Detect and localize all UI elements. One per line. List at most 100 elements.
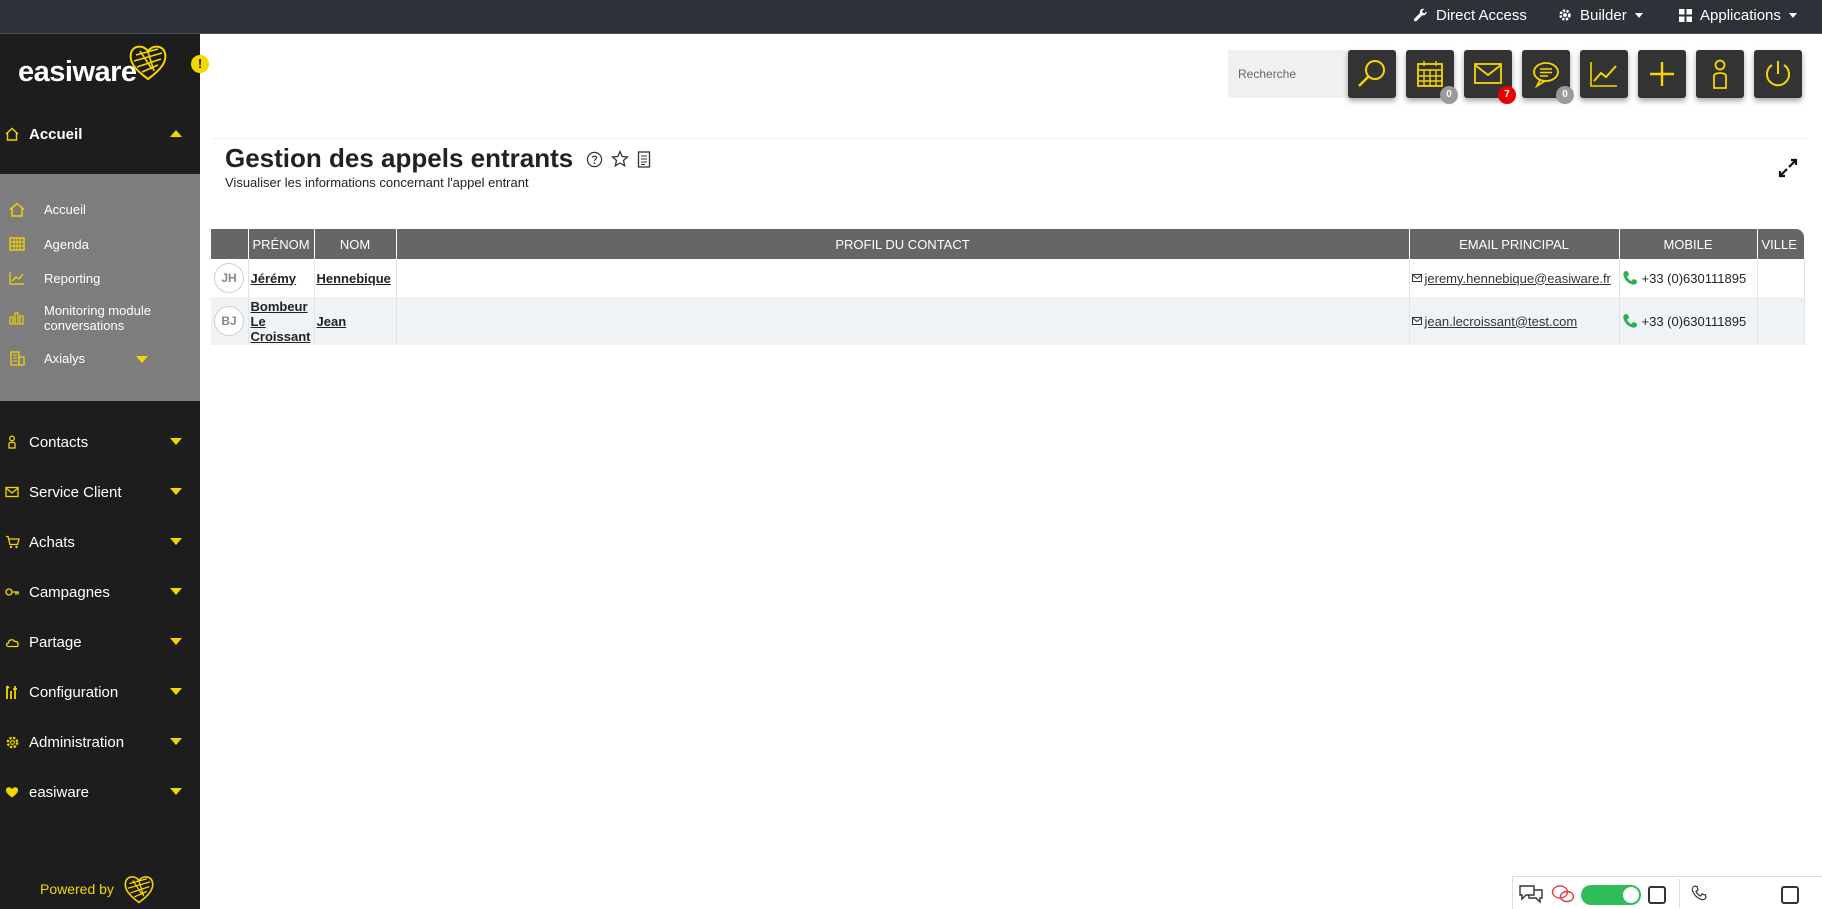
caret-down-icon bbox=[136, 356, 148, 363]
help-icon[interactable] bbox=[586, 151, 603, 168]
mail-icon bbox=[4, 484, 20, 500]
submenu-item-label: Monitoring module conversations bbox=[44, 303, 151, 333]
sidebar-section-achats[interactable]: Achats bbox=[0, 522, 200, 562]
page-title: Gestion des appels entrants bbox=[225, 143, 574, 173]
toggle-knob bbox=[1623, 887, 1639, 903]
caret-down-icon bbox=[170, 638, 182, 645]
logout-button[interactable] bbox=[1754, 50, 1802, 98]
chart-icon bbox=[8, 270, 26, 286]
sidebar-section-label: Service Client bbox=[29, 483, 122, 501]
direct-access-link[interactable]: Direct Access bbox=[1413, 0, 1527, 30]
phone-icon[interactable] bbox=[1622, 313, 1638, 329]
cart-icon bbox=[4, 534, 20, 550]
email-link[interactable]: jeremy.hennebique@easiware.fr bbox=[1425, 271, 1611, 286]
building-icon bbox=[8, 350, 26, 366]
submenu-item-label: Accueil bbox=[44, 201, 86, 217]
powered-by-label: Powered by bbox=[40, 881, 114, 897]
nom-link[interactable]: Jean bbox=[317, 314, 394, 329]
mail-icon bbox=[1474, 63, 1502, 84]
reporting-button[interactable] bbox=[1580, 50, 1628, 98]
sidebar-section-easiware[interactable]: easiware bbox=[0, 772, 200, 812]
calendar-badge: 0 bbox=[1440, 86, 1458, 104]
column-header-nom[interactable]: NOM bbox=[314, 229, 397, 259]
submenu-item-accueil[interactable]: Accueil bbox=[0, 197, 200, 221]
email-link[interactable]: jean.lecroissant@test.com bbox=[1425, 314, 1578, 329]
sidebar-section-accueil[interactable]: Accueil bbox=[0, 114, 200, 154]
prenom-link[interactable]: Jérémy bbox=[251, 271, 312, 286]
avatar-cell: BJ bbox=[211, 297, 249, 345]
caret-down-icon bbox=[170, 538, 182, 545]
cloud-icon bbox=[4, 634, 20, 650]
submenu-item-agenda[interactable]: Agenda bbox=[0, 232, 200, 256]
sidebar-section-label: Accueil bbox=[29, 125, 83, 143]
sidebar-section-label: Campagnes bbox=[29, 583, 110, 601]
calendar-icon bbox=[8, 236, 26, 252]
column-header-email[interactable]: EMAIL PRINCIPAL bbox=[1409, 229, 1620, 259]
caret-down-icon bbox=[170, 788, 182, 795]
column-header-prenom[interactable]: PRÉNOM bbox=[248, 229, 315, 259]
prenom-link[interactable]: Bombeur Le Croissant bbox=[251, 299, 311, 344]
phone-icon[interactable] bbox=[1691, 885, 1707, 901]
search-input[interactable] bbox=[1228, 50, 1348, 98]
gear-icon bbox=[4, 734, 20, 750]
submenu-item-monitoring[interactable]: Monitoring module conversations bbox=[0, 302, 200, 334]
chat-bubbles-icon[interactable] bbox=[1519, 884, 1543, 904]
sidebar-section-configuration[interactable]: Configuration bbox=[0, 672, 200, 712]
profil-cell bbox=[396, 259, 1410, 297]
submenu-item-axialys[interactable]: Axialys bbox=[0, 346, 200, 370]
expand-icon[interactable] bbox=[1778, 158, 1798, 178]
top-bar: Direct Access Builder Applications bbox=[0, 0, 1822, 34]
notification-indicator[interactable]: ! bbox=[191, 55, 209, 73]
nom-link[interactable]: Hennebique bbox=[317, 271, 394, 286]
profile-button[interactable] bbox=[1696, 50, 1744, 98]
heart-icon bbox=[4, 784, 20, 800]
submenu-item-label: Agenda bbox=[44, 236, 89, 252]
sidebar-section-service-client[interactable]: Service Client bbox=[0, 472, 200, 512]
table-header-row: PRÉNOM NOM PROFIL DU CONTACT EMAIL PRINC… bbox=[211, 229, 1804, 259]
title-actions bbox=[586, 150, 651, 168]
availability-toggle[interactable] bbox=[1581, 885, 1641, 905]
document-icon[interactable] bbox=[637, 150, 651, 168]
checkbox-square[interactable] bbox=[1648, 886, 1666, 904]
avatar: BJ bbox=[214, 306, 244, 336]
sidebar-section-administration[interactable]: Administration bbox=[0, 722, 200, 762]
sidebar-section-partage[interactable]: Partage bbox=[0, 622, 200, 662]
nom-cell: Hennebique bbox=[314, 259, 397, 297]
star-icon[interactable] bbox=[611, 150, 629, 168]
chat-badge: 0 bbox=[1556, 86, 1574, 104]
submenu-item-reporting[interactable]: Reporting bbox=[0, 266, 200, 290]
chat-bubbles-red-icon[interactable] bbox=[1551, 884, 1575, 904]
table-row[interactable]: JH Jérémy Hennebique jeremy.hennebique@e… bbox=[211, 259, 1805, 297]
applications-menu[interactable]: Applications bbox=[1679, 0, 1797, 30]
sidebar-section-contacts[interactable]: Contacts bbox=[0, 422, 200, 462]
sidebar-section-label: Contacts bbox=[29, 433, 89, 451]
caret-down-icon bbox=[1788, 12, 1797, 18]
checkbox-square[interactable] bbox=[1781, 886, 1799, 904]
mobile-number: +33 (0)630111895 bbox=[1641, 313, 1747, 329]
mail-button[interactable]: 7 bbox=[1464, 50, 1516, 104]
avatar-cell: JH bbox=[211, 259, 249, 297]
chat-button[interactable]: 0 bbox=[1522, 50, 1574, 104]
builder-menu[interactable]: Builder bbox=[1558, 0, 1643, 30]
phone-icon[interactable] bbox=[1622, 270, 1638, 286]
column-header-avatar bbox=[211, 229, 249, 259]
plus-icon bbox=[1650, 62, 1674, 86]
column-header-profil[interactable]: PROFIL DU CONTACT bbox=[396, 229, 1410, 259]
easiware-logo[interactable]: easiware bbox=[18, 40, 178, 90]
grid-icon bbox=[1679, 8, 1692, 22]
sidebar-section-campagnes[interactable]: Campagnes bbox=[0, 572, 200, 612]
mail-badge: 7 bbox=[1498, 86, 1516, 104]
column-header-ville[interactable]: VILLE bbox=[1757, 229, 1804, 259]
prenom-cell: Bombeur Le Croissant bbox=[248, 297, 315, 345]
header-divider bbox=[212, 138, 1807, 139]
incoming-calls-table: PRÉNOM NOM PROFIL DU CONTACT EMAIL PRINC… bbox=[211, 229, 1805, 345]
home-icon bbox=[4, 126, 20, 142]
search-button[interactable] bbox=[1348, 50, 1396, 98]
email-cell: jeremy.hennebique@easiware.fr bbox=[1409, 259, 1620, 297]
calendar-button[interactable]: 0 bbox=[1406, 50, 1458, 104]
add-button[interactable] bbox=[1638, 50, 1686, 98]
column-header-mobile[interactable]: MOBILE bbox=[1619, 229, 1758, 259]
caret-down-icon bbox=[170, 488, 182, 495]
sidebar-section-label: easiware bbox=[29, 783, 90, 801]
table-row[interactable]: BJ Bombeur Le Croissant Jean jean.lecroi… bbox=[211, 297, 1805, 345]
